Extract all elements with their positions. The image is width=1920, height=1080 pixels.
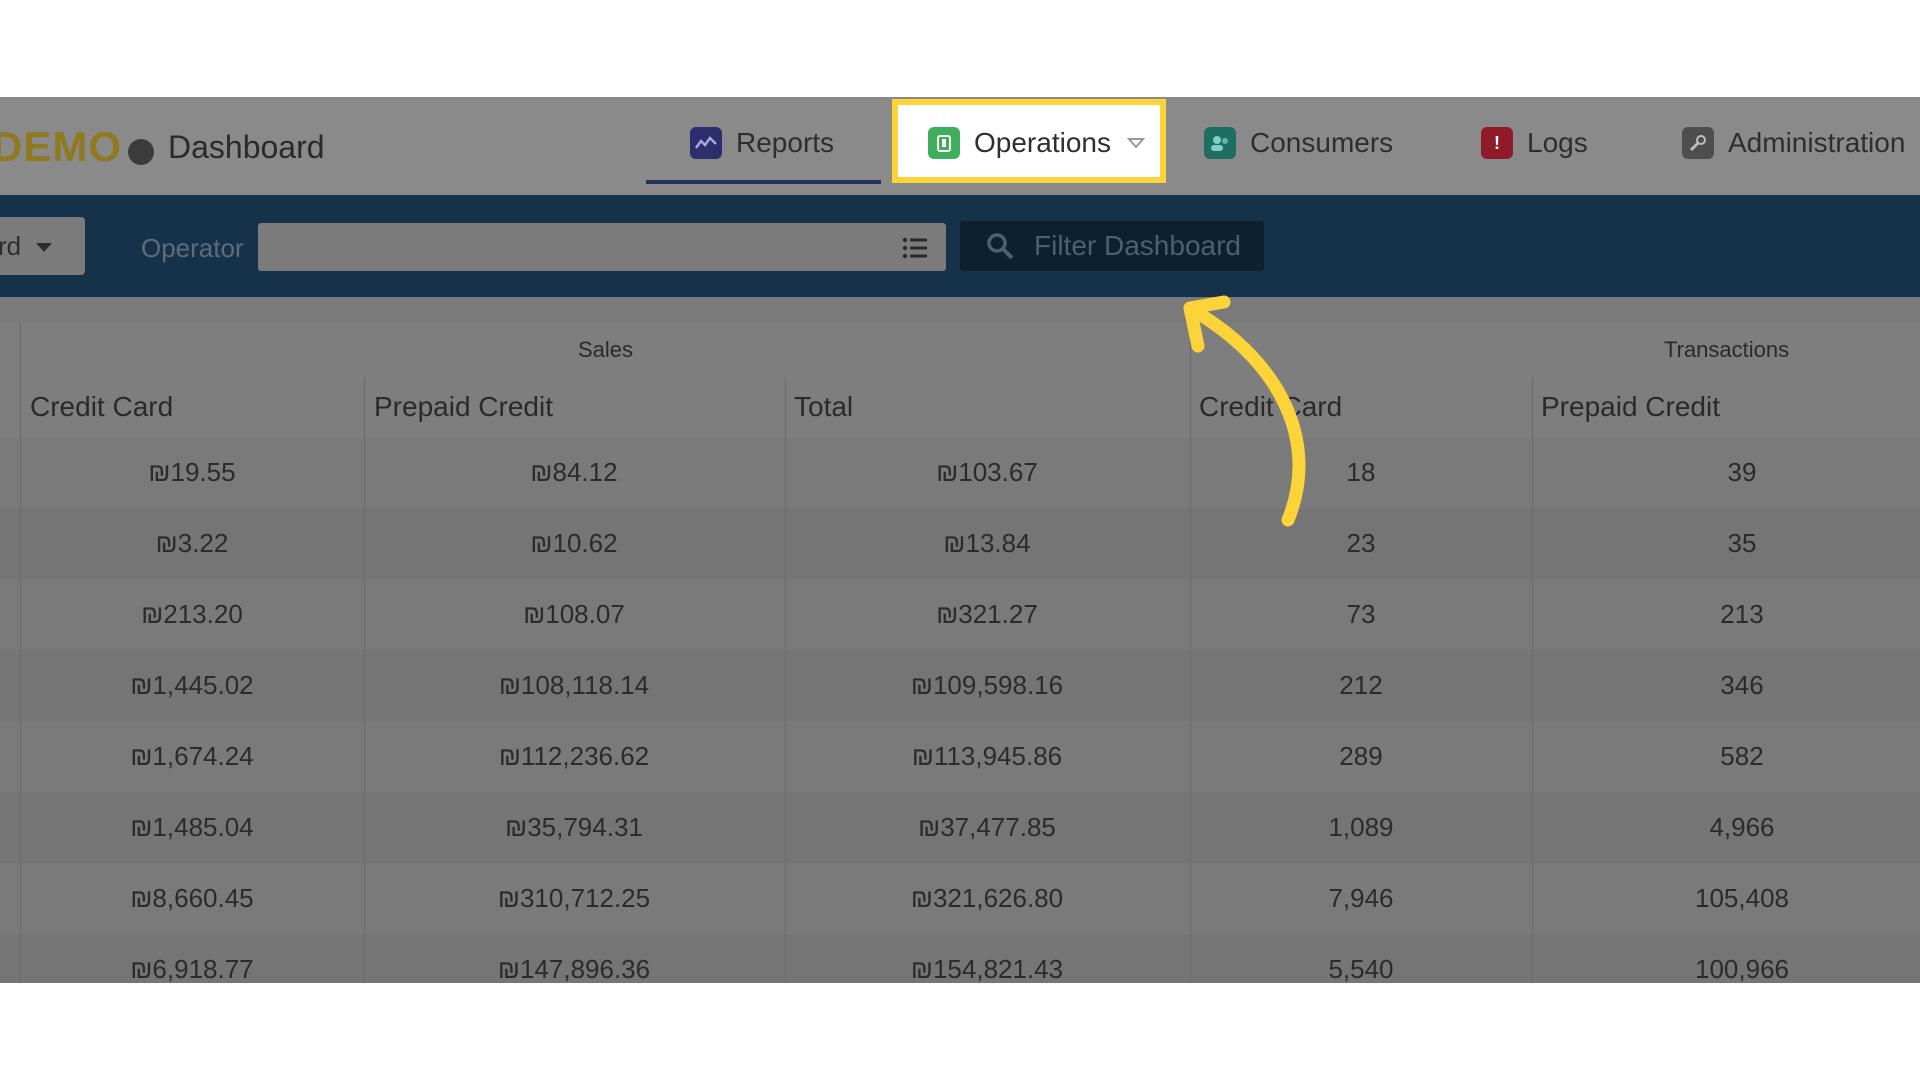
app-screenshot: DEMO Dashboard Reports Operations Consum…	[0, 97, 1920, 983]
table-cell: ₪113,945.86	[911, 741, 1063, 771]
table-row[interactable]: ₪3.22 ₪10.62 ₪13.84 23 35	[0, 508, 1920, 579]
table-cell: ₪154,821.43	[910, 954, 1064, 983]
table-row[interactable]: ₪6,918.77 ₪147,896.36 ₪154,821.43 5,540 100,…	[0, 934, 1920, 983]
col-sales-prepaid-credit[interactable]: Prepaid Credit	[374, 391, 553, 423]
table-cell: ₪19.55	[148, 457, 236, 487]
column-divider	[20, 377, 21, 983]
annotation-arrow-icon	[1183, 295, 1306, 527]
table-cell: ₪147,896.36	[497, 954, 651, 983]
table-header-row: Credit Card Prepaid Credit Total Credit …	[0, 377, 1920, 438]
group-sales: Sales	[578, 337, 634, 362]
nav-consumers[interactable]: Consumers	[1204, 119, 1393, 167]
operator-input[interactable]	[258, 223, 946, 271]
table-cell: ₪84.12	[530, 457, 618, 487]
table-cell: ₪310,712.25	[497, 883, 651, 913]
table-cell: 35	[1727, 528, 1757, 558]
dashboard-table: Sales Transactions Credit Card Prepaid C…	[0, 323, 1920, 983]
table-cell: ₪1,485.04	[130, 812, 254, 842]
table-cell: 213	[1720, 599, 1764, 629]
chevron-down-icon	[1126, 138, 1145, 149]
col-transactions-prepaid-credit[interactable]: Prepaid Credit	[1541, 391, 1720, 423]
nav-reports-label: Reports	[736, 127, 835, 158]
nav-administration[interactable]: Administration	[1682, 119, 1905, 167]
filter-bar: rd Operator Filter Dashboard	[0, 195, 1920, 297]
table-cell: 7,946	[1328, 883, 1394, 913]
table-cell: ₪1,445.02	[130, 670, 254, 700]
top-navigation: DEMO Dashboard Reports Operations Consum…	[0, 97, 1920, 195]
table-cell: 582	[1720, 741, 1764, 771]
page-title: Dashboard	[168, 129, 325, 165]
table-cell: ₪8,660.45	[130, 883, 254, 913]
table-cell: ₪108,118.14	[498, 670, 650, 700]
table-cell: ₪13.84	[943, 528, 1031, 558]
table-cell: 5,540	[1328, 954, 1394, 983]
nav-reports[interactable]: Reports	[690, 119, 834, 167]
table-cell: ₪103.67	[936, 457, 1038, 487]
active-tab-indicator	[646, 180, 881, 184]
col-sales-credit-card[interactable]: Credit Card	[30, 391, 173, 423]
users-icon	[1204, 127, 1236, 159]
table-cell: ₪6,918.77	[130, 954, 254, 983]
alert-icon: !	[1481, 127, 1513, 159]
nav-logs[interactable]: ! Logs	[1481, 119, 1588, 167]
caret-down-icon	[36, 243, 52, 252]
nav-logs-label: Logs	[1527, 127, 1588, 158]
nav-operations-label: Operations	[974, 127, 1111, 158]
table-cell: ₪37,477.85	[918, 812, 1056, 842]
table-cell: ₪321.27	[936, 599, 1038, 629]
col-sales-total[interactable]: Total	[794, 391, 853, 423]
filter-dashboard-button[interactable]: Filter Dashboard	[960, 221, 1264, 271]
table-body: ₪19.55 ₪84.12 ₪103.67 18 39 ₪3.22 ₪10.62 ₪13.84…	[0, 437, 1920, 983]
table-cell: 346	[1720, 670, 1764, 700]
column-divider	[785, 377, 786, 983]
list-icon[interactable]	[902, 237, 928, 259]
dashboard-select[interactable]: rd	[0, 217, 85, 275]
table-row[interactable]: ₪8,660.45 ₪310,712.25 ₪321,626.80 7,946 105,…	[0, 863, 1920, 934]
table-cell: 1,089	[1328, 812, 1394, 842]
table-cell: 73	[1346, 599, 1376, 629]
wrench-icon	[1682, 127, 1714, 159]
group-divider	[20, 323, 21, 377]
clipboard-icon	[928, 127, 960, 159]
table-cell: 100,966	[1695, 954, 1789, 983]
table-cell: ₪10.62	[530, 528, 618, 558]
table-cell: ₪112,236.62	[498, 741, 650, 771]
table-row[interactable]: ₪1,485.04 ₪35,794.31 ₪37,477.85 1,089 4,966	[0, 792, 1920, 863]
search-icon	[987, 233, 1014, 260]
table-row[interactable]: ₪213.20 ₪108.07 ₪321.27 73 213	[0, 579, 1920, 650]
table-cell: 105,408	[1695, 883, 1789, 913]
nav-operations[interactable]: Operations	[928, 119, 1145, 167]
filter-dashboard-label: Filter Dashboard	[1034, 230, 1241, 261]
group-transactions: Transactions	[1664, 337, 1790, 362]
table-cell: 4,966	[1709, 812, 1775, 842]
table-group-header: Sales Transactions	[0, 323, 1920, 378]
table-cell: ₪3.22	[155, 528, 229, 558]
table-row[interactable]: ₪1,674.24 ₪112,236.62 ₪113,945.86 289 582	[0, 721, 1920, 792]
operator-label: Operator	[141, 233, 244, 263]
table-cell: ₪35,794.31	[505, 812, 643, 842]
nav-consumers-label: Consumers	[1250, 127, 1394, 158]
table-cell: ₪1,674.24	[130, 741, 254, 771]
column-divider	[1532, 377, 1533, 983]
dashboard-select-value: rd	[0, 230, 22, 261]
table-cell: ₪109,598.16	[910, 670, 1064, 700]
table-cell: ₪321,626.80	[910, 883, 1064, 913]
nav-administration-label: Administration	[1728, 127, 1906, 158]
table-cell: 212	[1339, 670, 1383, 700]
table-cell: ₪108.07	[523, 599, 625, 629]
brand-logo: DEMO	[0, 123, 122, 170]
dashboard-icon	[128, 139, 154, 165]
table-cell: 39	[1727, 457, 1757, 487]
table-cell: 289	[1339, 741, 1383, 771]
chart-line-icon	[690, 127, 722, 159]
column-divider	[364, 377, 365, 983]
table-cell: ₪213.20	[141, 599, 243, 629]
table-row[interactable]: ₪19.55 ₪84.12 ₪103.67 18 39	[0, 437, 1920, 508]
table-row[interactable]: ₪1,445.02 ₪108,118.14 ₪109,598.16 212 346	[0, 650, 1920, 721]
